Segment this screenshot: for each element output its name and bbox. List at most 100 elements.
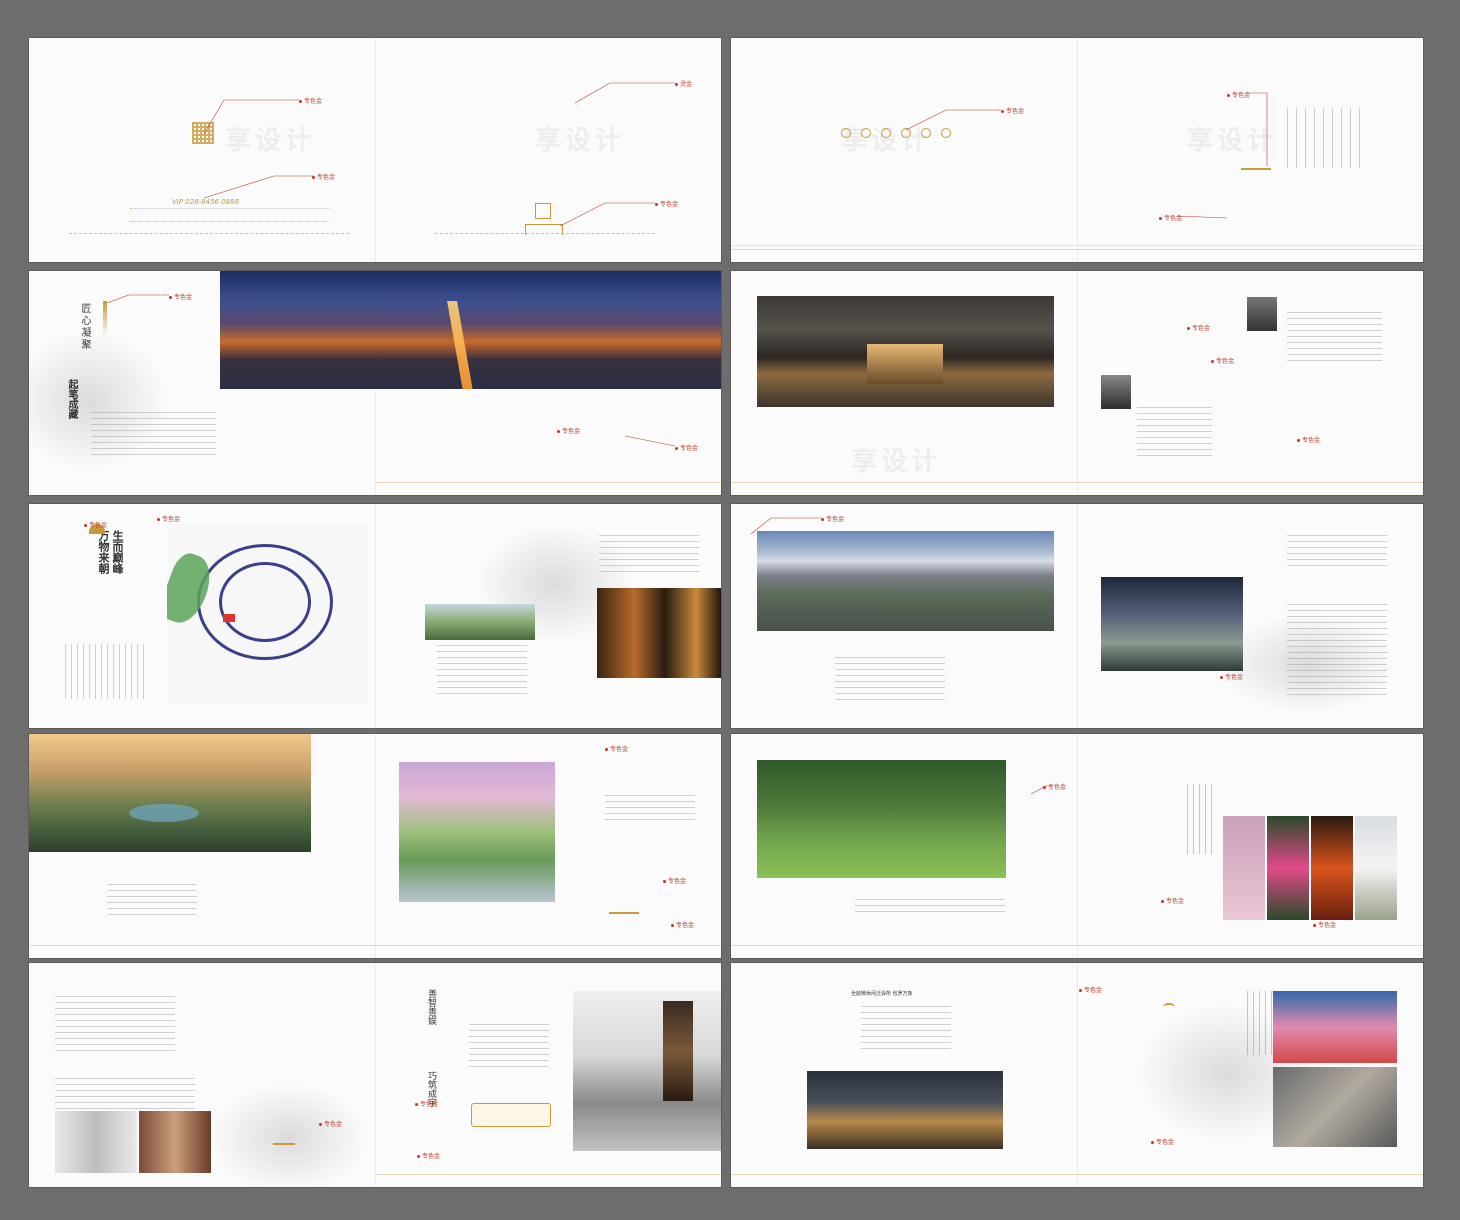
dot-icon [821,518,824,521]
dot-icon [312,176,315,179]
page-materials: 专色金 [29,963,375,1187]
dot-icon [1220,676,1223,679]
tagline-gold [435,233,655,235]
title-a: 善智善娱 [426,989,436,1025]
spec-label: 专色金 [157,514,180,523]
spread-clubhouse: 全龄微休闲泛会所 包罗万象 专色金 专色金 [731,963,1423,1187]
page-toc: 享设计 专色金 [731,38,1077,262]
spec-label: 专色金 [299,96,322,105]
dot-icon [1159,217,1162,220]
page-mountain-view: 专色金 [731,504,1077,728]
footer-rule [1077,945,1423,946]
spec-label: 专色金 [663,876,686,885]
leader-line [750,517,821,535]
spread-location: 生而巅峰 万物来朝 专色金 专色金 [29,504,721,728]
site-marker [223,614,235,622]
footer-rule [1077,245,1423,246]
dot-icon [1001,110,1004,113]
spec-label: 专色金 [1313,920,1336,929]
page-smart-home: 善智善娱 巧筑成宇 专色金 专色金 [375,963,721,1187]
page-towers: 专色金 [1077,504,1423,728]
footer-rule [731,249,1077,250]
entrance-photo [757,296,1054,407]
footer-rule [375,945,721,946]
page-children: 专色金 [731,734,1077,958]
garden-render [29,734,311,852]
spec-label: 专色金 [84,520,107,529]
body-text [437,644,527,694]
page-preface: 享设计 专色金 专色金 [1077,38,1423,262]
spread-garden: 专色金 专色金 专色金 [29,734,721,958]
body-text [65,644,145,699]
tower-render [1101,577,1243,671]
page-seasons: 专色金 专色金 [1077,734,1423,958]
designer-bio [1137,406,1212,456]
footer-rule [1077,249,1423,250]
page-cherry-path: 专色金 专色金 专色金 [375,734,721,958]
dot-icon [299,100,302,103]
dot-icon [675,83,678,86]
season-summer-photo [1267,816,1309,920]
terrace-photo [807,1071,1003,1149]
smart-lock [663,1001,693,1101]
kids-room-photo [1273,991,1397,1063]
spread-mountains: 专色金 专色金 [731,504,1423,728]
spec-label: 专色金 [312,172,335,181]
page-location-map: 生而巅峰 万物来朝 专色金 专色金 [29,504,375,728]
gold-bird [1163,1003,1175,1011]
dot-icon [1313,924,1316,927]
footer-rule [1077,482,1423,483]
dot-icon [1151,1141,1154,1144]
gold-motif [609,896,639,914]
dot-icon [319,1123,322,1126]
dot-icon [415,1103,418,1106]
spec-label: 专色金 [1220,672,1243,681]
spec-label: 专色金 [1227,90,1250,99]
leader-line [905,109,1001,131]
footer-rule [731,245,1077,246]
body-text [55,991,175,1051]
dot-icon [1161,900,1164,903]
spec-label: 专色金 [1001,106,1024,115]
spec-label: 专色金 [1159,213,1182,222]
spread-family: 专色金 专色金 专色金 [731,734,1423,958]
vertical-poem [1247,991,1275,1055]
spec-label: 专色金 [319,1119,342,1128]
spec-label: 专色金 [821,514,844,523]
designer-portrait [1101,375,1131,409]
highway-photo [425,604,535,640]
page-designers: 专色金 专色金 专色金 [1077,271,1423,495]
footer-rule [731,945,1077,946]
spread-entrance: 享设计 专色金 专色金 专色金 [731,271,1423,495]
dot-icon [84,524,87,527]
spread-city-night: 匠心凝聚 起笔成藏 专色金 专色金 专色金 [29,271,721,495]
dot-icon [417,1155,420,1158]
title-a: 生而巅峰 [111,530,124,574]
spread-craft: 专色金 善智善娱 巧筑成宇 专色金 专色金 [29,963,721,1187]
body-text [599,532,699,572]
season-spring-photo [1223,816,1265,920]
vertical-poem [1187,784,1217,854]
body-text [861,1005,951,1049]
door-photo [139,1111,211,1173]
dot-icon [663,880,666,883]
spread-cover: 享设计 VIP 028-8456 0888 专色金 专色金 享设计 烫金 专色金 [29,38,721,262]
leader-line [1030,785,1051,795]
leader-line [624,435,676,447]
leader-line [1176,92,1268,219]
dot-icon [671,924,674,927]
spec-label: 专色金 [1043,782,1066,791]
ring-road [219,562,311,642]
dot-icon [157,518,160,521]
designer-bio [1287,311,1382,361]
footer-rule [375,1174,721,1175]
spec-label: 专色金 [675,443,698,452]
title-b: 万物来朝 [97,530,110,574]
living-room-photo [573,991,721,1151]
page-transport [375,504,721,728]
spec-label: 专色金 [1211,356,1234,365]
gate-light [867,344,943,384]
spec-label: 专色金 [1079,985,1102,994]
page-photo-caption: 专色金 专色金 [375,271,721,495]
body-text [469,1023,549,1067]
